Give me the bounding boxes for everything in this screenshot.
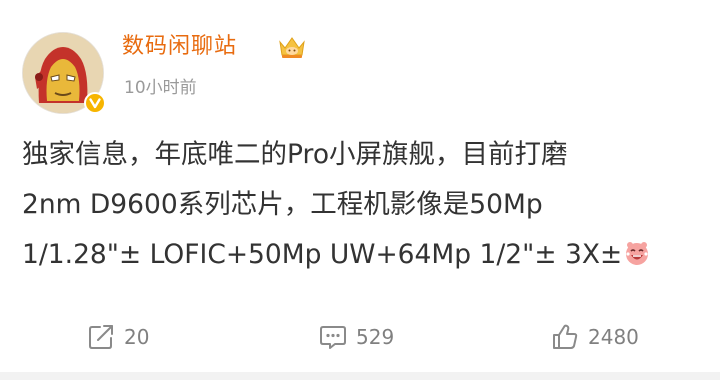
post-text-line-content: 1/1.28"± LOFIC+50Mp UW+64Mp 1/2"± 3X± <box>22 239 623 270</box>
crown-badge-icon[interactable] <box>277 34 307 60</box>
post-actions-bar: 20 529 2480 <box>0 314 720 360</box>
comment-count: 529 <box>356 325 395 349</box>
verified-v-icon <box>89 98 101 109</box>
repost-button[interactable]: 20 <box>86 314 149 360</box>
post-text-line: 2nm D9600系列芯片，工程机影像是50Mp <box>22 189 543 220</box>
author-avatar-wrap[interactable] <box>22 32 106 114</box>
bottom-divider <box>0 372 720 380</box>
post-text-line-last: 1/1.28"± LOFIC+50Mp UW+64Mp 1/2"± 3X± <box>22 230 702 280</box>
like-count: 2480 <box>588 325 639 349</box>
comment-button[interactable]: 529 <box>318 314 394 360</box>
verified-badge <box>84 92 106 114</box>
post-text-line: 独家信息，年底唯二的Pro小屏旗舰，目前打磨 <box>22 139 568 170</box>
post-text: 独家信息，年底唯二的Pro小屏旗舰，目前打磨 2nm D9600系列芯片，工程机… <box>22 130 702 280</box>
like-button[interactable]: 2480 <box>550 314 639 360</box>
post-timestamp: 10小时前 <box>124 78 197 98</box>
author-name[interactable]: 数码闲聊站 <box>122 32 237 62</box>
repost-count: 20 <box>124 325 150 349</box>
comment-icon <box>318 322 348 352</box>
laughing-face-emoji-icon <box>623 234 651 265</box>
thumbs-up-icon <box>550 322 580 352</box>
repost-icon <box>86 322 116 352</box>
post-header: 数码闲聊站 10小时前 <box>22 26 702 116</box>
